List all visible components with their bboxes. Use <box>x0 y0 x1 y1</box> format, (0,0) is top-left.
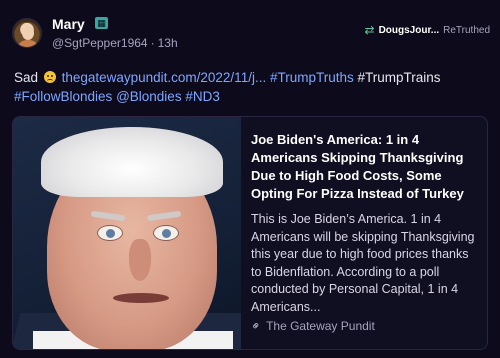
post-word-sad: Sad <box>14 70 39 85</box>
photo-eye-right <box>153 225 179 241</box>
truth-post: Mary ▦ @SgtPepper1964 · 13h ⇄ DougsJour...… <box>0 0 500 358</box>
retruth-user[interactable]: DougsJour... <box>379 25 440 36</box>
card-info: Joe Biden's America: 1 in 4 Americans Sk… <box>251 131 481 316</box>
retruth-indicator: ⇄ DougsJour... ReTruthed <box>365 24 491 36</box>
sad-face-emoji-icon <box>43 71 56 83</box>
user-handle[interactable]: @SgtPepper1964 <box>52 36 148 50</box>
photo-mouth <box>113 293 169 303</box>
card-image <box>13 117 241 349</box>
card-source[interactable]: ⚭ The Gateway Pundit <box>247 317 375 335</box>
avatar[interactable] <box>12 18 42 48</box>
handle-line: @SgtPepper1964 · 13h <box>52 36 178 50</box>
hashtag-followblondies[interactable]: #FollowBlondies <box>14 89 112 104</box>
post-link[interactable]: thegatewaypundit.com/2022/11/j... <box>62 70 267 85</box>
hashtag-nd3[interactable]: #ND3 <box>185 89 220 104</box>
link-preview-card[interactable]: Joe Biden's America: 1 in 4 Americans Sk… <box>12 116 488 350</box>
avatar-shirt <box>17 40 39 47</box>
avatar-face <box>22 26 34 40</box>
post-text: Sad thegatewaypundit.com/2022/11/j... #T… <box>14 68 486 106</box>
robot-badge-icon: ▦ <box>95 17 108 29</box>
retruth-icon: ⇄ <box>364 23 375 37</box>
card-title[interactable]: Joe Biden's America: 1 in 4 Americans Sk… <box>251 131 481 203</box>
mention-blondies[interactable]: @Blondies <box>116 89 182 104</box>
link-icon: ⚭ <box>247 317 265 335</box>
hashtag-trumptrains[interactable]: #TrumpTrains <box>358 70 441 85</box>
post-time[interactable]: 13h <box>158 36 178 50</box>
display-name[interactable]: Mary <box>52 16 85 32</box>
separator: · <box>150 36 155 50</box>
hashtag-trumptruths[interactable]: #TrumpTruths <box>270 70 354 85</box>
retruth-label: ReTruthed <box>443 24 490 36</box>
card-source-label: The Gateway Pundit <box>266 319 375 333</box>
photo-eye-left <box>97 225 123 241</box>
photo-hair <box>41 127 223 197</box>
photo-nose <box>129 239 151 281</box>
card-description: This is Joe Biden’s America. 1 in 4 Amer… <box>251 212 475 314</box>
